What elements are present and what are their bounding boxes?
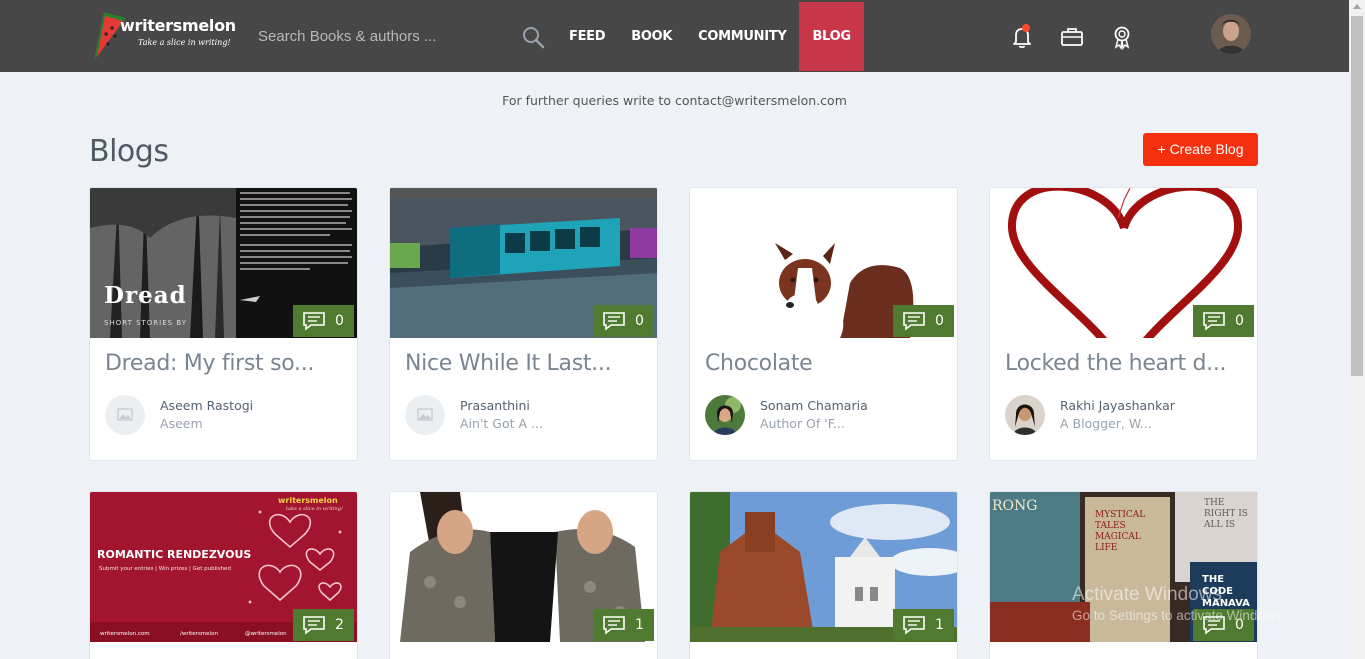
comment-count-badge: 2 xyxy=(293,609,354,641)
comment-icon xyxy=(1203,312,1225,331)
book-title-text: MYSTICAL TALES MAGICAL LIFE xyxy=(1095,510,1146,553)
blog-title[interactable]: Locked the heart d... xyxy=(1005,351,1245,376)
blog-card[interactable]: RONG MYSTICAL TALES MAGICAL LIFE THE RIG… xyxy=(989,491,1258,659)
author-bio: A Blogger, W... xyxy=(1060,416,1152,431)
author-avatar[interactable] xyxy=(1005,395,1045,435)
author-name[interactable]: Prasanthini xyxy=(460,398,530,413)
user-avatar[interactable] xyxy=(1211,14,1251,54)
blog-cover-image: 1 xyxy=(690,492,957,642)
logo-tagline: Take a slice in writing! xyxy=(138,38,231,47)
author-photo xyxy=(705,395,745,435)
comment-count-badge: 1 xyxy=(893,609,954,641)
main-nav: FEED BOOK COMMUNITY BLOG xyxy=(556,2,864,71)
comment-count: 0 xyxy=(635,313,644,329)
blog-card[interactable]: 1 xyxy=(689,491,958,659)
blog-cover-image: 0 xyxy=(990,188,1257,338)
comment-count-badge: 0 xyxy=(293,305,354,337)
page-title: Blogs xyxy=(89,134,169,169)
blog-cover-image: 0 xyxy=(390,188,657,338)
page-scrollbar[interactable] xyxy=(1349,0,1365,659)
logo-text: writersmelon xyxy=(120,16,236,35)
user-photo xyxy=(1211,14,1251,54)
briefcase-button[interactable] xyxy=(1059,24,1085,50)
nav-blog[interactable]: BLOG xyxy=(799,2,864,71)
author-photo xyxy=(1005,395,1045,435)
blog-cover-image: writersmelon take a slice in writing! RO… xyxy=(90,492,357,642)
top-navbar: writersmelon Take a slice in writing! FE… xyxy=(0,0,1349,72)
comment-count: 0 xyxy=(935,313,944,329)
blog-card[interactable]: 1 xyxy=(389,491,658,659)
author-avatar[interactable] xyxy=(405,395,445,435)
awards-button[interactable] xyxy=(1109,24,1135,51)
comment-count-badge: 1 xyxy=(593,609,654,641)
blog-title[interactable]: Chocolate xyxy=(705,351,945,376)
blog-card[interactable]: Dread SHORT STORIES BY 0 Dread: My first… xyxy=(89,187,358,461)
notifications-button[interactable] xyxy=(1009,24,1035,50)
cover-footer-site: writersmelon.com xyxy=(100,631,150,637)
contact-notice: For further queries write to contact@wri… xyxy=(502,93,847,108)
nav-community[interactable]: COMMUNITY xyxy=(685,2,799,71)
blog-cover-image: Dread SHORT STORIES BY 0 xyxy=(90,188,357,338)
comment-count: 0 xyxy=(335,313,344,329)
activate-windows-title: Activate Windows xyxy=(1072,584,1222,605)
author-avatar[interactable] xyxy=(705,395,745,435)
cover-title-text: Dread xyxy=(104,282,187,309)
cover-footer-facebook: /writersmelon xyxy=(180,631,218,637)
scroll-up-arrow-icon[interactable] xyxy=(1353,4,1361,9)
scroll-thumb[interactable] xyxy=(1351,16,1363,376)
book-title-text: THE RIGHT IS ALL IS xyxy=(1204,498,1248,530)
cover-heading-text: ROMANTIC RENDEZVOUS xyxy=(97,548,252,561)
blog-card[interactable]: writersmelon take a slice in writing! RO… xyxy=(89,491,358,659)
blog-title[interactable]: Dread: My first so... xyxy=(105,351,345,376)
author-bio: Ain't Got A ... xyxy=(460,416,543,431)
blog-title[interactable]: Nice While It Last... xyxy=(405,351,645,376)
cover-brand-tagline: take a slice in writing! xyxy=(286,506,343,512)
cover-footer-twitter: @writersmelon xyxy=(245,631,287,637)
blog-cover-image: 1 xyxy=(390,492,657,642)
nav-book[interactable]: BOOK xyxy=(618,2,685,71)
create-blog-button[interactable]: + Create Blog xyxy=(1143,133,1258,166)
comment-icon xyxy=(903,616,925,635)
book-title-text: RONG xyxy=(992,498,1038,514)
author-name[interactable]: Sonam Chamaria xyxy=(760,398,868,413)
blog-cover-image: 0 xyxy=(690,188,957,338)
notification-dot xyxy=(1022,24,1030,32)
comment-count-badge: 0 xyxy=(893,305,954,337)
activate-windows-subtitle: Go to Settings to activate Windows. xyxy=(1072,608,1286,623)
comment-icon xyxy=(603,312,625,331)
comment-count: 1 xyxy=(935,617,944,633)
author-name[interactable]: Aseem Rastogi xyxy=(160,398,253,413)
writersmelon-logo[interactable]: writersmelon Take a slice in writing! xyxy=(90,10,240,62)
image-placeholder-icon xyxy=(417,408,433,421)
search-input[interactable] xyxy=(250,22,510,50)
briefcase-icon xyxy=(1061,28,1083,46)
comment-count: 1 xyxy=(635,617,644,633)
author-name[interactable]: Rakhi Jayashankar xyxy=(1060,398,1175,413)
award-icon xyxy=(1114,26,1130,51)
blog-card[interactable]: 0 Nice While It Last... Prasanthini Ain'… xyxy=(389,187,658,461)
search-button[interactable] xyxy=(520,24,546,50)
comment-count-badge: 0 xyxy=(593,305,654,337)
comment-icon xyxy=(303,312,325,331)
author-bio: Author Of 'F... xyxy=(760,416,845,431)
comment-count-badge: 0 xyxy=(1193,305,1254,337)
search-icon xyxy=(523,27,545,49)
author-avatar[interactable] xyxy=(105,395,145,435)
image-placeholder-icon xyxy=(117,408,133,421)
comment-count: 2 xyxy=(335,617,344,633)
author-bio: Aseem xyxy=(160,416,203,431)
cover-subtitle-text: SHORT STORIES BY xyxy=(104,319,188,327)
cover-sub-text: Submit your entries | Win prizes | Get p… xyxy=(99,566,231,572)
comment-icon xyxy=(303,616,325,635)
blog-card[interactable]: 0 Locked the heart d... Rakhi Jayashanka… xyxy=(989,187,1258,461)
cover-brand-text: writersmelon xyxy=(278,496,338,505)
blog-card[interactable]: 0 Chocolate Sonam Chamaria Author Of 'F.… xyxy=(689,187,958,461)
comment-icon xyxy=(903,312,925,331)
comment-icon xyxy=(603,616,625,635)
comment-count: 0 xyxy=(1235,313,1244,329)
nav-feed[interactable]: FEED xyxy=(556,2,618,71)
